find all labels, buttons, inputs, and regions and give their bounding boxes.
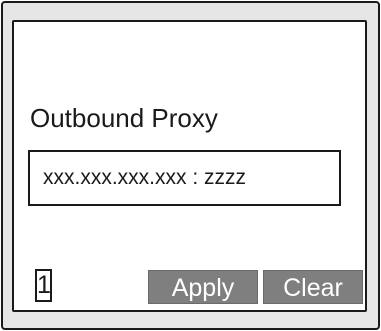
lcd-screen: Outbound Proxy xxx.xxx.xxx.xxx : zzzz 1 … [12,20,367,312]
page-title: Outbound Proxy [30,103,218,133]
proxy-address-value: xxx.xxx.xxx.xxx : zzzz [43,166,247,189]
line-number-indicator: 1 [35,269,52,302]
apply-softkey[interactable]: Apply [148,270,258,304]
phone-bezel: Outbound Proxy xxx.xxx.xxx.xxx : zzzz 1 … [1,1,380,330]
proxy-address-field[interactable]: xxx.xxx.xxx.xxx : zzzz [28,150,341,206]
clear-softkey[interactable]: Clear [263,270,363,304]
